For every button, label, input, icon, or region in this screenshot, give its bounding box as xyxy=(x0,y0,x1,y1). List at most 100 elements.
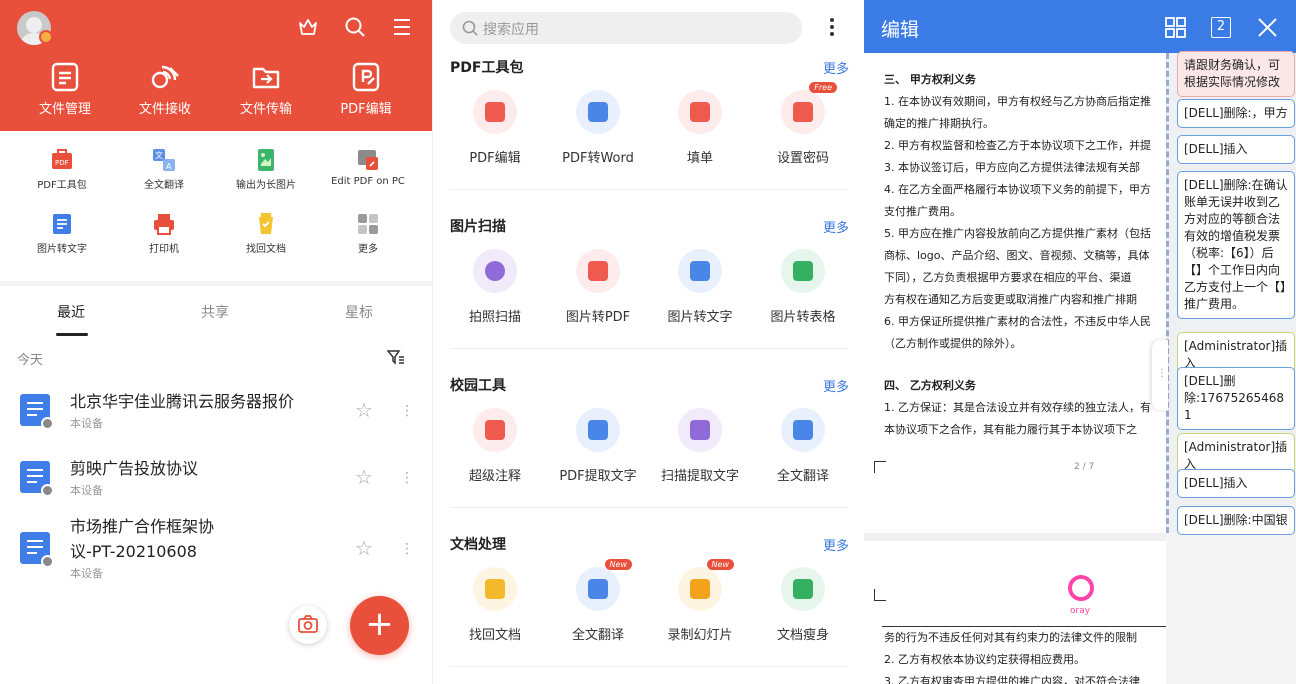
app-label: 扫描提取文字 xyxy=(660,469,739,484)
close-icon[interactable] xyxy=(1257,17,1278,38)
app-scan-extract-text[interactable]: 扫描提取文字 xyxy=(648,408,752,484)
camera-button[interactable] xyxy=(289,606,327,644)
add-button[interactable]: + xyxy=(350,596,409,655)
document-line: 3. 本协议签订后，甲方应向乙方提供法律法规有关部 xyxy=(884,161,1140,174)
more-vert-icon[interactable]: ⋮ xyxy=(400,542,414,556)
document-line: 2. 甲方有权监督和检查乙方于本协议项下之工作，并提 xyxy=(884,139,1151,152)
drag-handle[interactable]: ⋮ xyxy=(1152,340,1168,410)
home-panel: 文件管理 文件接收 文件传输 PDF编辑 PDF PDF工具包 文A 全文翻译 … xyxy=(0,0,432,684)
section-more-link[interactable]: 更多 xyxy=(823,535,849,554)
tool-printer[interactable]: 打印机 xyxy=(114,212,214,255)
app-super-annotate[interactable]: 超级注释 xyxy=(443,408,547,484)
app-label: 超级注释 xyxy=(468,469,521,484)
app-full-translate-2[interactable]: New 全文翻译 xyxy=(546,559,650,643)
document-line: 1. 在本协议有效期间，甲方有权经与乙方协商后指定推 xyxy=(884,95,1151,108)
tool-label: PDF工具包 xyxy=(37,180,87,191)
divider xyxy=(0,281,432,286)
recover-doc-icon xyxy=(485,579,505,599)
comment-card[interactable]: [DELL]插入 xyxy=(1177,135,1295,164)
tool-label: 打印机 xyxy=(149,244,179,255)
divider xyxy=(450,507,848,508)
comment-card[interactable]: [DELL]删除:17675265468 1 xyxy=(1177,367,1295,430)
app-label: 录制幻灯片 xyxy=(667,628,733,643)
tool-label: 更多 xyxy=(358,244,378,255)
menu-icon[interactable] xyxy=(391,16,413,38)
long-image-icon xyxy=(254,148,278,172)
section-title: 图片扫描 xyxy=(450,219,506,235)
tool-more[interactable]: 更多 xyxy=(318,212,418,255)
quick-action-pdf-edit[interactable]: PDF编辑 xyxy=(321,62,411,117)
divider xyxy=(450,348,848,349)
app-pdf-edit[interactable]: PDF编辑 xyxy=(443,90,547,166)
search-placeholder: 搜索应用 xyxy=(483,22,539,38)
section-more-link[interactable]: 更多 xyxy=(823,58,849,77)
quick-action-label: 文件管理 xyxy=(38,102,91,117)
comment-card[interactable]: [DELL]删除:，甲方 xyxy=(1177,99,1295,128)
tool-full-translate[interactable]: 文A 全文翻译 xyxy=(114,148,214,191)
grid-view-icon[interactable] xyxy=(1165,17,1186,38)
tab-shared[interactable]: 共享 xyxy=(201,302,229,322)
app-full-translate[interactable]: 全文翻译 xyxy=(751,408,855,484)
comment-card[interactable]: 请跟财务确认，可根据实际情况修改 xyxy=(1177,51,1295,97)
app-label: 图片转PDF xyxy=(565,310,631,325)
crop-mark xyxy=(874,589,886,601)
fill-form-icon xyxy=(690,102,710,122)
new-badge: New xyxy=(706,559,734,570)
section-label-today: 今天 xyxy=(17,353,44,368)
search-icon xyxy=(462,20,478,36)
star-icon[interactable]: ☆ xyxy=(355,467,373,487)
quick-action-file-receive[interactable]: 文件接收 xyxy=(120,62,210,117)
quick-action-file-manage[interactable]: 文件管理 xyxy=(20,62,110,117)
file-location: 本设备 xyxy=(70,484,103,497)
app-set-password[interactable]: Free 设置密码 xyxy=(751,82,855,166)
pdf-toolkit-icon: PDF xyxy=(50,148,74,172)
translate-icon: 文A xyxy=(152,148,176,172)
svg-text:PDF: PDF xyxy=(55,159,69,167)
tool-recover-doc[interactable]: 找回文档 xyxy=(216,212,316,255)
section-more-link[interactable]: 更多 xyxy=(823,376,849,395)
section-more-link[interactable]: 更多 xyxy=(823,217,849,236)
app-pdf-extract-text[interactable]: PDF提取文字 xyxy=(546,408,650,484)
crown-icon[interactable] xyxy=(297,16,319,38)
star-icon[interactable]: ☆ xyxy=(355,538,373,558)
quick-action-file-transfer[interactable]: 文件传输 xyxy=(221,62,311,117)
app-doc-slim[interactable]: 文档瘦身 xyxy=(751,567,855,643)
app-pdf-to-word[interactable]: PDF转Word xyxy=(546,90,650,166)
file-title: 北京华宇佳业腾讯云服务器报价 xyxy=(70,392,295,411)
tab-starred[interactable]: 星标 xyxy=(345,302,373,322)
comment-card[interactable]: [DELL]删除:在确认账单无误并收到乙方对应的等额合法有效的增值税发票（税率:… xyxy=(1177,171,1295,319)
comment-card[interactable]: [DELL]删除:中国银 xyxy=(1177,506,1295,535)
tab-recent[interactable]: 最近 xyxy=(57,302,85,322)
app-record-slides[interactable]: New 录制幻灯片 xyxy=(648,559,752,643)
document-line: 5. 甲方应在推广内容投放前向乙方提供推广素材（包括 xyxy=(884,227,1151,240)
search-input[interactable]: 搜索应用 xyxy=(450,12,802,44)
star-icon[interactable]: ☆ xyxy=(355,400,373,420)
tool-label: 找回文档 xyxy=(246,244,286,255)
app-image-to-pdf[interactable]: 图片转PDF xyxy=(546,249,650,325)
app-fill-form[interactable]: 填单 xyxy=(648,90,752,166)
grid-more-icon xyxy=(356,212,380,236)
tool-label: 全文翻译 xyxy=(144,180,184,191)
app-recover-doc[interactable]: 找回文档 xyxy=(443,567,547,643)
file-title: 剪映广告投放协议 xyxy=(70,459,199,478)
tool-image-to-text[interactable]: 图片转文字 xyxy=(12,212,112,255)
new-badge: New xyxy=(604,559,632,570)
app-image-to-table[interactable]: 图片转表格 xyxy=(751,249,855,325)
document-line: 商标、logo、产品介绍、图文、音视频、文稿等，具体 xyxy=(884,249,1150,262)
app-photo-scan[interactable]: 拍照扫描 xyxy=(443,249,547,325)
comment-card[interactable]: [DELL]插入 xyxy=(1177,469,1295,498)
tool-edit-pdf-on-pc[interactable]: Edit PDF on PC xyxy=(318,148,418,187)
more-vert-icon[interactable]: ⋮ xyxy=(400,471,414,485)
app-image-to-text[interactable]: 图片转文字 xyxy=(648,249,752,325)
doc-file-icon xyxy=(20,394,54,430)
tool-export-long-image[interactable]: 输出为长图片 xyxy=(216,148,316,191)
search-icon[interactable] xyxy=(344,16,366,38)
page-indicator: 2 / 7 xyxy=(1074,462,1095,472)
more-vert-icon[interactable] xyxy=(830,18,834,39)
tool-pdf-toolkit[interactable]: PDF PDF工具包 xyxy=(12,148,112,191)
image-text-icon xyxy=(50,212,74,236)
more-vert-icon[interactable]: ⋮ xyxy=(400,404,414,418)
page-count-icon[interactable]: 2 xyxy=(1211,17,1231,38)
filter-icon[interactable] xyxy=(387,349,405,365)
document-line: 方有权在通知乙方后变更或取消推广内容和推广排期 xyxy=(884,293,1137,306)
